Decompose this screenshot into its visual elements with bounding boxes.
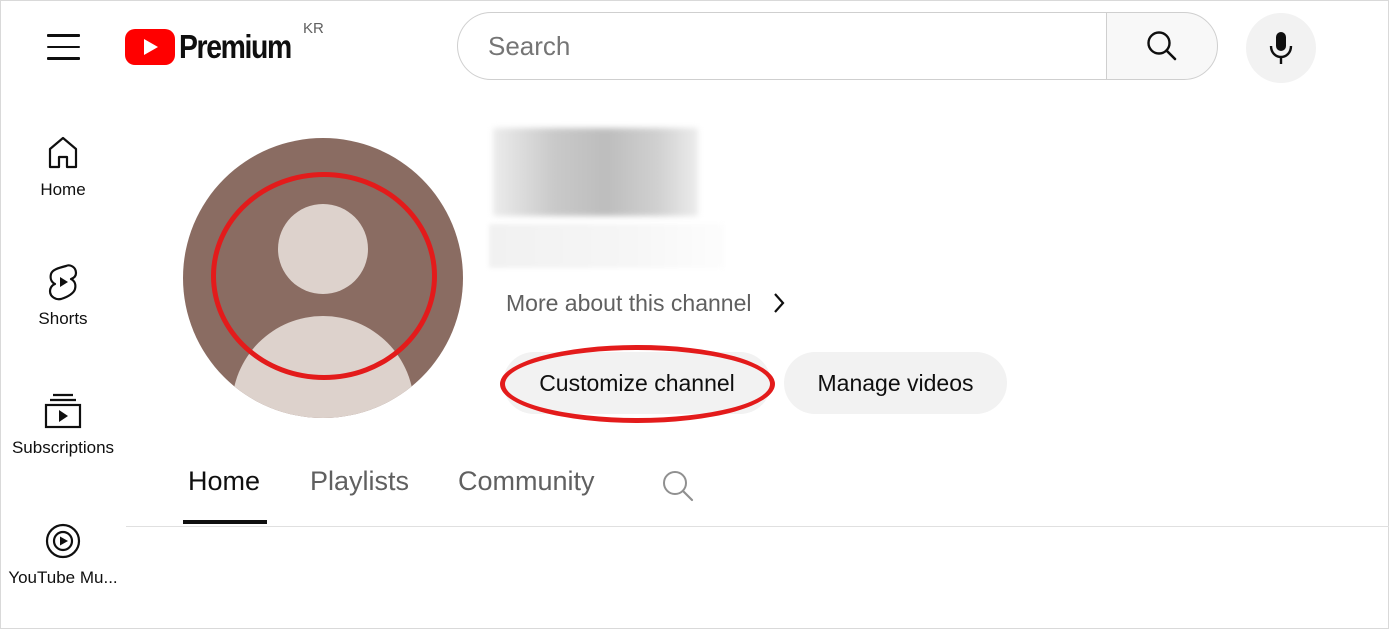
menu-icon-line: [46, 57, 80, 60]
sidebar-item-label: Subscriptions: [11, 438, 115, 457]
youtube-logo-icon: [125, 29, 175, 65]
tab-search-button[interactable]: [660, 468, 696, 504]
search-input[interactable]: [486, 29, 1107, 63]
sidebar-item-label: YouTube Mu...: [8, 568, 118, 587]
tab-playlists[interactable]: Playlists: [310, 466, 409, 506]
shorts-icon: [48, 264, 78, 301]
active-tab-indicator: [183, 520, 267, 524]
menu-icon-line: [46, 45, 80, 49]
search-icon: [1147, 31, 1177, 61]
home-icon: [48, 136, 78, 169]
avatar-body: [232, 316, 414, 418]
logo-text: Premium: [179, 28, 292, 65]
search-button[interactable]: [1106, 12, 1218, 80]
youtube-music-icon: [45, 523, 81, 559]
sidebar-item-home[interactable]: Home: [0, 134, 126, 200]
menu-icon-line: [46, 34, 80, 37]
channel-avatar[interactable]: [183, 138, 463, 418]
more-about-channel-link[interactable]: More about this channel: [506, 288, 786, 318]
blurred-channel-name: [493, 128, 698, 216]
voice-search-button[interactable]: [1246, 13, 1316, 83]
sidebar-item-youtube-music[interactable]: YouTube Mu...: [0, 522, 126, 588]
customize-channel-button[interactable]: Customize channel: [503, 352, 771, 414]
chevron-right-icon: [772, 291, 786, 315]
blurred-channel-handle: [489, 224, 725, 268]
search-icon: [663, 471, 694, 502]
tabs-divider: [126, 526, 1389, 527]
youtube-premium-logo[interactable]: Premium: [125, 26, 309, 68]
sidebar-item-subscriptions[interactable]: Subscriptions: [0, 392, 126, 458]
sidebar-item-shorts[interactable]: Shorts: [0, 263, 126, 329]
subscriptions-icon: [44, 393, 82, 429]
menu-button[interactable]: [33, 17, 93, 77]
avatar-head: [278, 204, 368, 294]
region-code: KR: [303, 20, 324, 37]
sidebar-item-label: Shorts: [38, 309, 88, 328]
sidebar-item-label: Home: [40, 180, 86, 199]
mic-icon: [1269, 32, 1293, 64]
tab-home[interactable]: Home: [188, 466, 260, 506]
manage-videos-button[interactable]: Manage videos: [784, 352, 1007, 414]
more-about-text: More about this channel: [506, 289, 752, 316]
tab-community[interactable]: Community: [458, 466, 595, 506]
search-box: [457, 12, 1107, 80]
